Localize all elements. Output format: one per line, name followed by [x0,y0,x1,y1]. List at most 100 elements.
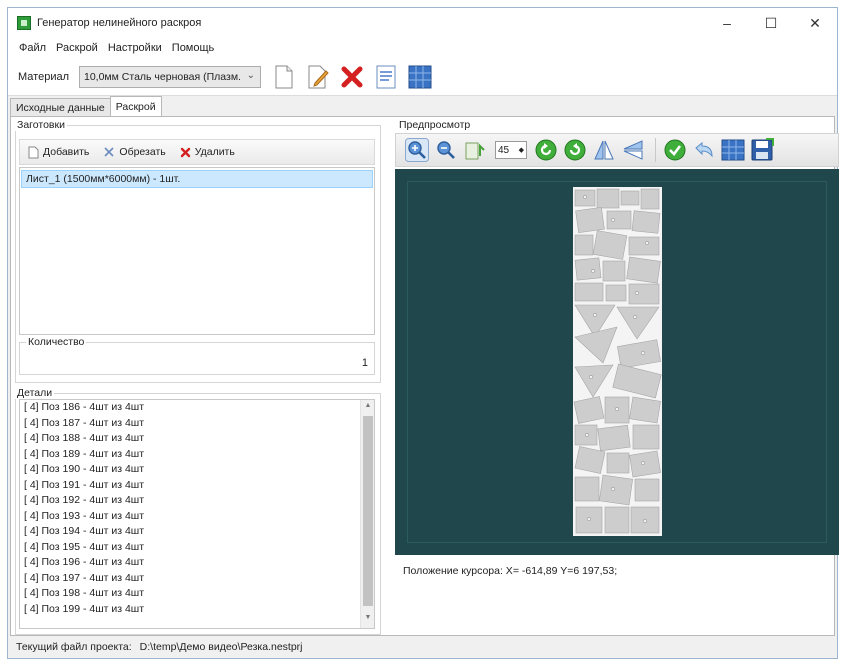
rotate-left-button[interactable] [533,137,559,163]
rotate-ccw-icon [535,139,557,161]
list-button[interactable] [373,64,399,90]
list-item[interactable]: [ 4] Поз 190 - 4шт из 4шт [20,462,374,478]
material-value: 10,0мм Сталь черновая (Плазм. [84,70,241,83]
details-list[interactable]: [ 4] Поз 186 - 4шт из 4шт [ 4] Поз 187 -… [19,399,375,629]
add-blank-button[interactable]: Добавить [28,146,89,159]
material-label: Материал [18,70,69,83]
list-item[interactable]: [ 4] Поз 187 - 4шт из 4шт [20,416,374,432]
preview-group-title: Предпросмотр [397,119,473,131]
trim-blank-button[interactable]: Обрезать [103,146,166,158]
menu-settings[interactable]: Настройки [103,42,167,54]
maximize-button[interactable]: ☐ [749,8,793,38]
rotate-cw-icon [564,139,586,161]
quantity-label: Количество [26,336,87,348]
edit-icon [308,65,329,88]
zoom-fit-icon [465,142,485,160]
new-file-button[interactable] [271,64,297,90]
menu-file[interactable]: Файл [14,42,51,54]
list-item[interactable]: [ 4] Поз 197 - 4шт из 4шт [20,571,374,587]
tab-nesting[interactable]: Раскрой [109,96,162,117]
sheet-preview[interactable] [573,187,662,536]
grid-icon [408,65,432,88]
layout-view-button[interactable] [720,137,746,163]
cursor-position-readout: Положение курсора: X= -614,89 Y=6 197,53… [403,565,618,577]
material-select[interactable]: 10,0мм Сталь черновая (Плазм. ⌄ [79,65,261,88]
grid-icon [721,139,745,161]
stepper-icon[interactable]: ◆ [519,146,524,154]
tab-content: Заготовки Добавить Обрезать Удалить Лист… [10,116,839,636]
list-item[interactable]: [ 4] Поз 196 - 4шт из 4шт [20,555,374,571]
zoom-out-button[interactable] [433,137,459,163]
scissors-icon [104,147,114,157]
menu-nesting[interactable]: Раскрой [51,42,103,54]
tab-source-data[interactable]: Исходные данные [10,98,111,117]
list-item[interactable]: [ 4] Поз 198 - 4шт из 4шт [20,586,374,602]
status-label: Текущий файл проекта: [16,641,132,653]
chevron-down-icon: ⌄ [246,69,255,81]
check-icon [664,139,686,161]
list-item[interactable]: [ 4] Поз 186 - 4шт из 4шт [20,400,374,416]
delete-blank-button[interactable]: Удалить [180,146,235,158]
rotate-right-button[interactable] [562,137,588,163]
list-item[interactable]: [ 4] Поз 188 - 4шт из 4шт [20,431,374,447]
trim-blank-label: Обрезать [119,146,166,158]
delete-blank-label: Удалить [194,146,235,158]
scroll-up-icon[interactable]: ▲ [363,402,373,414]
app-logo-icon [17,16,31,30]
list-icon [376,65,396,88]
list-item[interactable]: [ 4] Поз 191 - 4шт из 4шт [20,478,374,494]
rotation-angle-value: 45 [498,144,510,156]
window-controls: – ☐ ✕ [705,8,837,38]
list-item[interactable]: [ 4] Поз 193 - 4шт из 4шт [20,509,374,525]
list-item[interactable]: Лист_1 (1500мм*6000мм) - 1шт. [21,170,373,188]
undo-button[interactable] [691,137,717,163]
edit-button[interactable] [305,64,331,90]
details-items: [ 4] Поз 186 - 4шт из 4шт [ 4] Поз 187 -… [20,400,374,617]
zoom-in-button[interactable] [404,137,430,163]
scroll-down-icon[interactable]: ▼ [363,614,373,626]
blanks-group-title: Заготовки [15,119,67,131]
zoom-in-icon [405,138,429,162]
tab-strip: Исходные данные Раскрой [10,96,162,117]
list-item[interactable]: [ 4] Поз 195 - 4шт из 4шт [20,540,374,556]
main-toolbar: Материал 10,0мм Сталь черновая (Плазм. ⌄ [8,58,837,96]
rotation-angle-stepper[interactable]: 45 ◆ [495,141,527,159]
undo-arrow-icon [695,141,713,158]
new-file-icon [275,65,293,88]
accept-button[interactable] [662,137,688,163]
status-bar: Текущий файл проекта: D:\temp\Демо видео… [8,636,837,658]
minimize-button[interactable]: – [705,8,749,38]
scroll-thumb[interactable] [363,416,373,606]
list-item[interactable]: [ 4] Поз 194 - 4шт из 4шт [20,524,374,540]
quantity-group: Количество 1 [19,336,375,375]
add-blank-label: Добавить [43,146,90,158]
quantity-value[interactable]: 1 [362,357,368,369]
list-item[interactable]: [ 4] Поз 192 - 4шт из 4шт [20,493,374,509]
preview-toolbar: 45 ◆ [395,133,839,167]
details-group-title: Детали [15,387,55,399]
preview-canvas[interactable] [395,169,839,555]
blanks-list[interactable]: Лист_1 (1500мм*6000мм) - 1шт. [19,167,375,335]
delete-button[interactable] [339,64,365,90]
mirror-horizontal-button[interactable] [620,137,646,163]
title-bar[interactable]: Генератор нелинейного раскроя – ☐ ✕ [8,8,837,38]
mirror-vertical-button[interactable] [591,137,617,163]
save-disk-icon [751,138,774,161]
delete-icon [180,147,190,157]
menu-help[interactable]: Помощь [167,42,220,54]
flip-vertical-icon [594,140,614,160]
flip-horizontal-icon [623,140,643,160]
app-window: Генератор нелинейного раскроя – ☐ ✕ Файл… [7,7,839,659]
close-button[interactable]: ✕ [793,8,837,38]
delete-icon [341,66,363,87]
blanks-toolbar: Добавить Обрезать Удалить [19,139,375,165]
toolbar-separator [655,138,656,162]
project-path: D:\temp\Демо видео\Резка.nestprj [139,641,303,653]
save-button[interactable] [749,137,775,163]
layout-button[interactable] [407,64,433,90]
list-item[interactable]: [ 4] Поз 199 - 4шт из 4шт [20,602,374,618]
fit-button[interactable] [462,137,488,163]
menu-bar: Файл Раскрой Настройки Помощь [8,38,837,58]
list-item[interactable]: [ 4] Поз 189 - 4шт из 4шт [20,447,374,463]
details-scrollbar[interactable]: ▲ ▼ [360,400,374,628]
